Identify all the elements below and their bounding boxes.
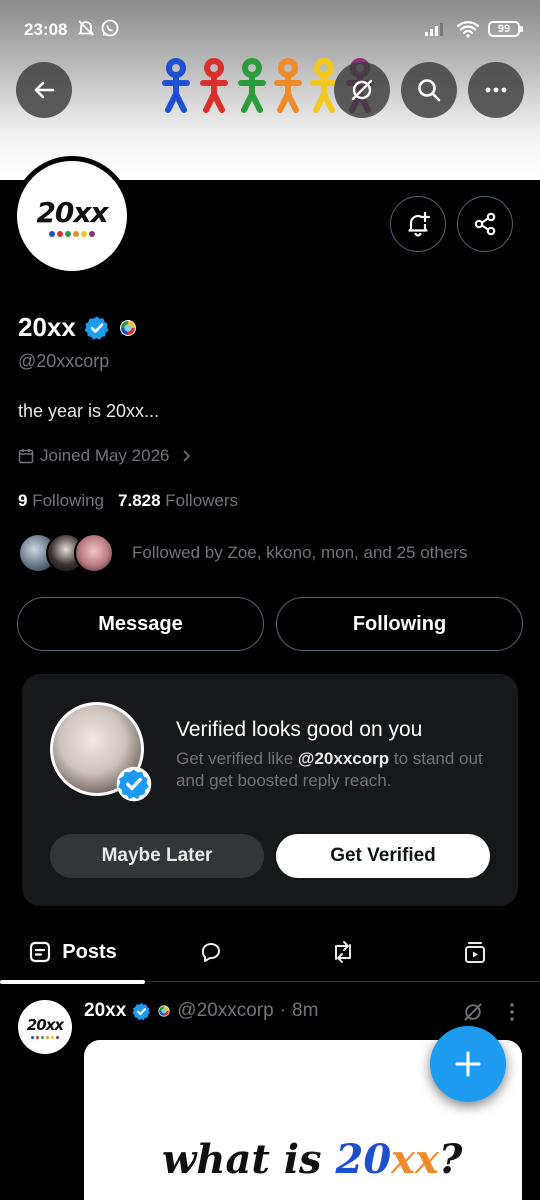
profile-name-row: 20xx — [18, 312, 138, 343]
mute-bell-icon — [77, 20, 95, 36]
post-more-icon[interactable] — [504, 1001, 520, 1023]
post-author-avatar[interactable]: 20xx — [18, 1000, 72, 1054]
card-title: Verified looks good on you — [176, 718, 423, 741]
affiliate-badge-icon[interactable] — [118, 318, 138, 338]
battery-level: 99 — [497, 23, 511, 35]
followed-by-text: Followed by Zoe, kkono, mon, and 25 othe… — [132, 543, 468, 562]
profile-avatar[interactable]: 20xx — [12, 156, 132, 276]
card-subtitle-handle: @20xxcorp — [297, 749, 390, 768]
joined-text: Joined May 2026 — [40, 446, 170, 465]
search-button[interactable] — [401, 62, 457, 118]
back-button[interactable] — [16, 62, 72, 118]
avatar-logo-text: 20xx — [36, 195, 108, 229]
profile-banner[interactable]: 23:08 99 — [0, 0, 540, 180]
verify-upsell-card: Verified looks good on you Get verified … — [22, 674, 518, 906]
chevron-right-icon — [183, 450, 191, 462]
reposts-icon — [335, 941, 351, 963]
followers-stat[interactable]: 7.828 Followers — [118, 491, 238, 511]
share-icon — [474, 212, 496, 236]
post-handle: @20xxcorp — [177, 1000, 274, 1021]
post-author-name[interactable]: 20xx — [84, 1000, 126, 1022]
notifications-button[interactable] — [390, 196, 446, 252]
media-text-part-3: xx — [391, 1136, 439, 1183]
followed-by-row[interactable]: Followed by Zoe, kkono, mon, and 25 othe… — [18, 533, 467, 573]
post-avatar-logo-text: 20xx — [26, 1015, 64, 1034]
media-text-part-4: ? — [438, 1136, 463, 1183]
profile-tabs: Posts — [0, 922, 540, 984]
grok-icon[interactable] — [462, 1001, 484, 1023]
card-subtitle: Get verified like @20xxcorp to stand out… — [176, 748, 496, 792]
plus-icon — [455, 1051, 481, 1077]
whatsapp-icon — [101, 19, 119, 37]
followers-count: 7.828 — [118, 491, 161, 510]
share-button[interactable] — [457, 196, 513, 252]
active-tab-indicator — [0, 980, 145, 984]
status-time: 23:08 — [24, 20, 68, 39]
following-count: 9 — [18, 491, 28, 510]
profile-bio: the year is 20xx... — [18, 401, 160, 421]
verified-badge-icon — [132, 1002, 151, 1020]
tab-posts-label: Posts — [62, 940, 117, 963]
verified-badge-icon — [116, 766, 152, 802]
verified-badge-icon[interactable] — [84, 315, 110, 341]
media-text-part-1: what is — [162, 1136, 336, 1183]
maybe-later-button[interactable]: Maybe Later — [50, 834, 264, 878]
avatar-logo-dots — [49, 230, 95, 237]
following-button[interactable]: Following — [276, 597, 523, 651]
more-button[interactable] — [468, 62, 524, 118]
post-separator: · — [279, 1000, 286, 1021]
calendar-icon — [18, 449, 34, 464]
grok-button[interactable] — [334, 62, 390, 118]
search-icon — [418, 79, 441, 102]
more-icon — [485, 87, 507, 93]
following-stat[interactable]: 9 Following — [18, 491, 104, 511]
following-stat-label: Following — [32, 491, 105, 510]
affiliate-badge-icon — [158, 1005, 170, 1017]
signal-icon — [425, 23, 443, 36]
bell-plus-icon — [408, 211, 431, 237]
back-arrow-icon — [34, 81, 55, 99]
media-image-text: what is 20xx? — [162, 1136, 462, 1183]
profile-name: 20xx — [18, 312, 76, 342]
media-icon — [465, 942, 485, 963]
tab-posts[interactable]: Posts — [0, 922, 145, 984]
joined-date[interactable]: Joined May 2026 — [18, 446, 193, 466]
media-text-part-2: 20 — [335, 1136, 392, 1183]
posts-icon — [30, 941, 51, 963]
post-header: 20xx @20xxcorp · 8m — [84, 1000, 318, 1022]
get-verified-button[interactable]: Get Verified — [276, 834, 490, 878]
followers-stat-label: Followers — [165, 491, 239, 510]
compose-post-button[interactable] — [430, 1026, 506, 1102]
follower-avatar-3 — [74, 533, 114, 573]
profile-handle: @20xxcorp — [18, 351, 110, 371]
battery-icon: 99 — [488, 21, 523, 37]
tab-replies[interactable] — [180, 922, 242, 982]
message-button[interactable]: Message — [17, 597, 264, 651]
status-bar: 23:08 99 — [0, 0, 540, 60]
post-time: 8m — [292, 1000, 319, 1021]
tab-reposts[interactable] — [312, 922, 374, 982]
tab-media[interactable] — [444, 922, 506, 982]
replies-icon — [201, 943, 220, 962]
wifi-icon — [456, 21, 480, 38]
post-avatar-dots — [31, 1035, 59, 1039]
follow-stats: 9 Following 7.828 Followers — [18, 491, 238, 511]
card-subtitle-prefix: Get verified like — [176, 749, 298, 768]
grok-icon — [351, 79, 373, 101]
